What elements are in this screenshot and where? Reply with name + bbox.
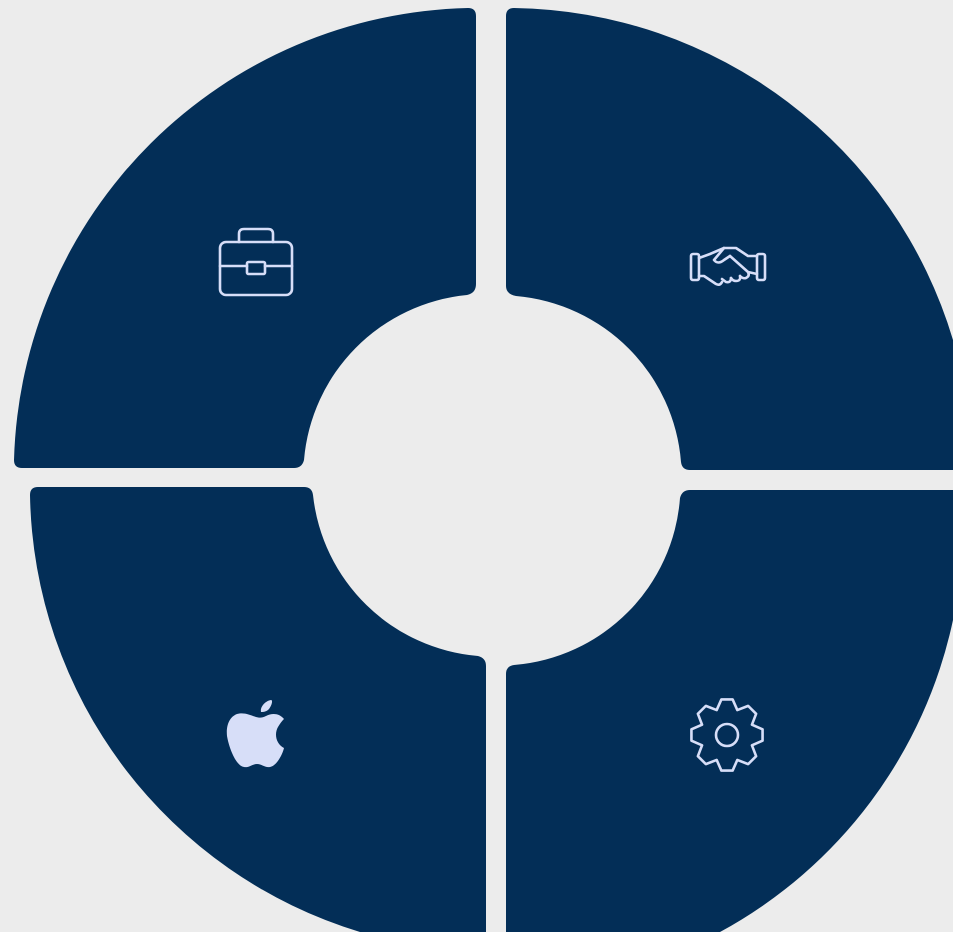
ring-svg — [0, 0, 953, 932]
quadrant-ring-diagram — [0, 0, 953, 932]
